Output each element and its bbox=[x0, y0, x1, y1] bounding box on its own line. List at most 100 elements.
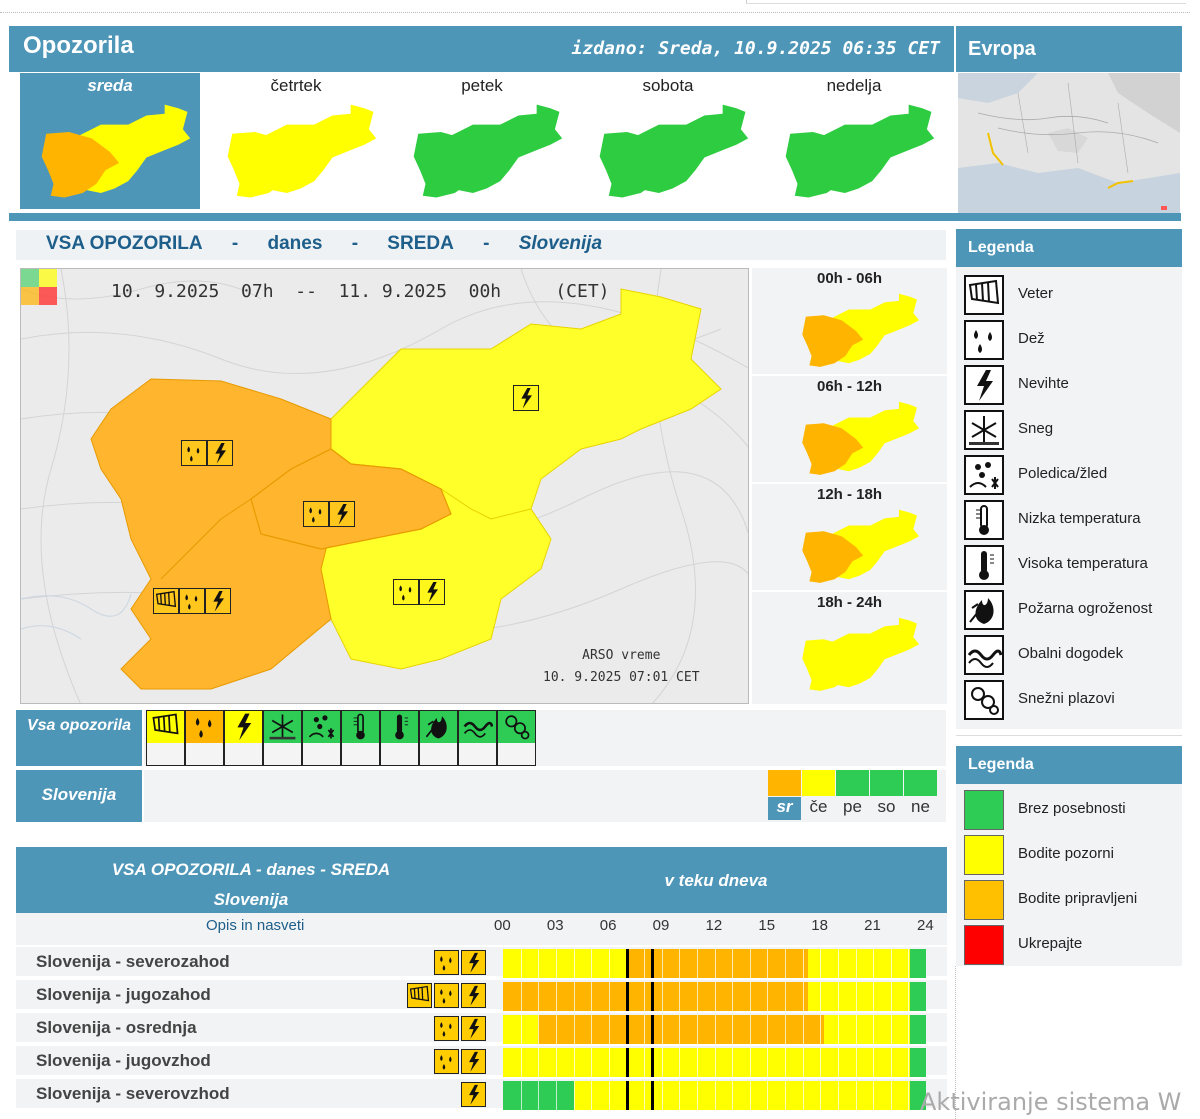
hour-gridline bbox=[538, 1048, 540, 1077]
title-separator: - bbox=[483, 233, 490, 254]
hour-gridline bbox=[714, 949, 716, 978]
thunderstorm-icon bbox=[461, 1016, 486, 1041]
hour-gridline bbox=[732, 1015, 734, 1044]
hour-gridline bbox=[608, 949, 610, 978]
wind-icon[interactable] bbox=[146, 710, 185, 766]
hour-gridline bbox=[837, 949, 839, 978]
hour-gridline bbox=[520, 1081, 522, 1110]
description-and-advice-link[interactable]: Opis in nasveti bbox=[206, 917, 304, 934]
fire-icon[interactable] bbox=[419, 710, 458, 766]
map-icon-group-southeast[interactable] bbox=[393, 579, 445, 605]
map-icon-group-southwest[interactable] bbox=[153, 588, 231, 614]
hour-label: 06 bbox=[599, 917, 617, 934]
hour-gridline bbox=[714, 982, 716, 1011]
timeline-row[interactable]: Slovenija - severovzhod bbox=[16, 1077, 947, 1110]
map-icon-group-northwest[interactable] bbox=[181, 440, 233, 466]
timeline-table-title: VSA OPOZORILA - danes - SREDA Slovenija bbox=[16, 855, 486, 915]
hour-gridline bbox=[608, 1048, 610, 1077]
day-warning-map bbox=[772, 97, 936, 212]
day-tab-3[interactable]: sobota bbox=[578, 73, 758, 209]
timeline-title-line1: VSA OPOZORILA - danes - SREDA bbox=[111, 860, 391, 879]
timeline-subheader: Opis in nasveti 00 03 06 09 12 15 18 21 24 bbox=[16, 913, 947, 945]
fire-icon bbox=[964, 590, 1004, 630]
slovenia-warning-map[interactable]: 10. 9.2025 07h -- 11. 9.2025 00h (CET) A… bbox=[20, 268, 749, 704]
timeline-bar[interactable] bbox=[503, 1081, 926, 1110]
snow-icon[interactable] bbox=[263, 710, 302, 766]
day-tab-label: nedelja bbox=[826, 76, 882, 95]
hour-gridline bbox=[785, 949, 786, 978]
hour-label: 00 bbox=[494, 917, 511, 934]
map-icon-group-central[interactable] bbox=[303, 501, 355, 527]
day-tab-4[interactable]: nedelja bbox=[764, 73, 944, 209]
timeline-row[interactable]: Slovenija - jugozahod bbox=[16, 978, 947, 1011]
ice-icon[interactable] bbox=[302, 710, 341, 766]
timeline-row[interactable]: Slovenija - jugovzhod bbox=[16, 1044, 947, 1077]
hour-gridline bbox=[538, 1015, 540, 1044]
legend-header: Legenda bbox=[956, 746, 1182, 784]
interval-warning-map[interactable] bbox=[788, 396, 924, 487]
legend-color-swatch bbox=[964, 925, 1004, 965]
hour-gridline bbox=[644, 1015, 645, 1044]
timeline-bar[interactable] bbox=[503, 1015, 926, 1044]
hour-gridline bbox=[785, 982, 786, 1011]
hour-gridline bbox=[837, 982, 839, 1011]
rain-icon bbox=[303, 501, 329, 527]
map-icon-group-northeast[interactable] bbox=[513, 385, 539, 411]
mini-day-swatch bbox=[802, 770, 835, 796]
rain-icon bbox=[179, 588, 205, 614]
hour-gridline bbox=[573, 982, 575, 1011]
low-temperature-icon bbox=[964, 500, 1004, 540]
thunderstorm-icon[interactable] bbox=[224, 710, 263, 766]
top-frame bbox=[746, 0, 1186, 4]
hour-label: 18 bbox=[811, 917, 828, 934]
timeline-segment bbox=[823, 1015, 911, 1044]
europe-map-thumbnail[interactable] bbox=[958, 73, 1180, 213]
hour-gridline bbox=[520, 1048, 522, 1077]
region-name: Slovenija - jugozahod bbox=[36, 985, 211, 1004]
hour-gridline bbox=[820, 1081, 822, 1110]
timeline-row[interactable]: Slovenija - severozahod bbox=[16, 945, 947, 978]
mini-day-1[interactable]: če bbox=[802, 770, 835, 820]
legend-header: Legenda bbox=[956, 229, 1182, 267]
interval-warning-map[interactable] bbox=[788, 504, 924, 595]
avalanche-icon[interactable] bbox=[497, 710, 536, 766]
rain-icon[interactable] bbox=[185, 710, 224, 766]
europe-header[interactable]: Evropa bbox=[956, 26, 1182, 72]
day-tab-label: četrtek bbox=[270, 76, 322, 95]
timeline-bar[interactable] bbox=[503, 949, 926, 978]
timeline-bar[interactable] bbox=[503, 1048, 926, 1077]
timeline-segment bbox=[807, 949, 911, 978]
mini-day-0[interactable]: sr bbox=[768, 770, 801, 820]
legend-divider bbox=[956, 735, 1182, 736]
high-temperature-icon[interactable] bbox=[380, 710, 419, 766]
interval-warning-map[interactable] bbox=[788, 612, 924, 703]
timeline-row[interactable]: Slovenija - osrednja bbox=[16, 1011, 947, 1044]
hour-gridline bbox=[661, 1081, 663, 1110]
hour-gridline bbox=[591, 1081, 593, 1110]
low-temperature-icon[interactable] bbox=[341, 710, 380, 766]
legend-levels-panel: Brez posebnosti Bodite pozorni Bodite prip… bbox=[956, 784, 1182, 966]
hour-gridline bbox=[696, 1081, 698, 1110]
mini-day-3[interactable]: so bbox=[870, 770, 903, 820]
hour-gridline bbox=[873, 1015, 875, 1044]
day-warning-map bbox=[28, 97, 192, 212]
coastal-icon[interactable] bbox=[458, 710, 497, 766]
interval-label: 12h - 18h bbox=[816, 486, 883, 503]
day-warning-map bbox=[586, 97, 750, 212]
mini-day-label: so bbox=[877, 797, 896, 816]
timeline-title-line2: Slovenija bbox=[213, 890, 289, 909]
interval-warning-map[interactable] bbox=[788, 288, 924, 379]
mini-day-2[interactable]: pe bbox=[836, 770, 869, 820]
hour-gridline bbox=[732, 1081, 734, 1110]
mini-day-4[interactable]: ne bbox=[904, 770, 937, 820]
timeline-bar[interactable] bbox=[503, 982, 926, 1011]
region-name: Slovenija - severovzhod bbox=[36, 1084, 230, 1103]
slovenia-label: Slovenija bbox=[16, 770, 142, 822]
title-region: Slovenija bbox=[518, 233, 603, 254]
hour-gridline bbox=[555, 949, 557, 978]
day-tab-0[interactable]: sreda bbox=[20, 73, 200, 209]
legend-icons-panel: Veter Dež Nevihte Sneg Poledica/žled Nizka te… bbox=[956, 267, 1182, 729]
hour-gridline bbox=[749, 1081, 751, 1110]
day-tab-2[interactable]: petek bbox=[392, 73, 572, 209]
day-tab-1[interactable]: četrtek bbox=[206, 73, 386, 209]
